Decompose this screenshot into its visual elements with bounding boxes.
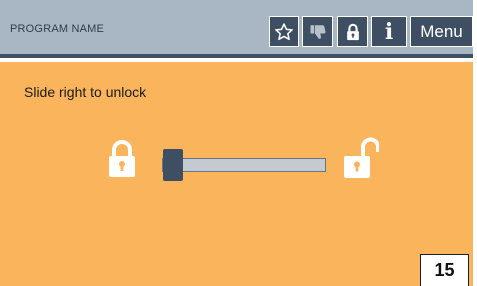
info-icon: i — [384, 18, 394, 45]
instruction-text: Slide right to unlock — [24, 84, 147, 100]
thumbs-down-button[interactable] — [302, 16, 333, 47]
menu-button[interactable]: Menu — [410, 16, 473, 47]
lock-closed-icon — [109, 140, 135, 177]
unlock-slider-track[interactable] — [162, 158, 326, 172]
lock-button[interactable] — [337, 16, 368, 47]
lock-open-icon — [344, 137, 379, 178]
main-panel: Slide right to unlock 15 — [0, 62, 473, 286]
favorite-button[interactable] — [269, 16, 299, 47]
program-name: PROGRAM NAME — [10, 23, 105, 35]
star-outline-icon — [275, 22, 293, 40]
page-number: 15 — [420, 254, 469, 286]
info-button[interactable]: i — [371, 16, 407, 47]
lock-icon — [346, 23, 359, 40]
app-window: PROGRAM NAME i Menu Slide right to unloc… — [0, 0, 477, 286]
unlock-slider-thumb[interactable] — [163, 149, 183, 181]
header-bar: PROGRAM NAME i Menu — [0, 0, 473, 58]
thumbs-down-icon — [310, 24, 325, 39]
